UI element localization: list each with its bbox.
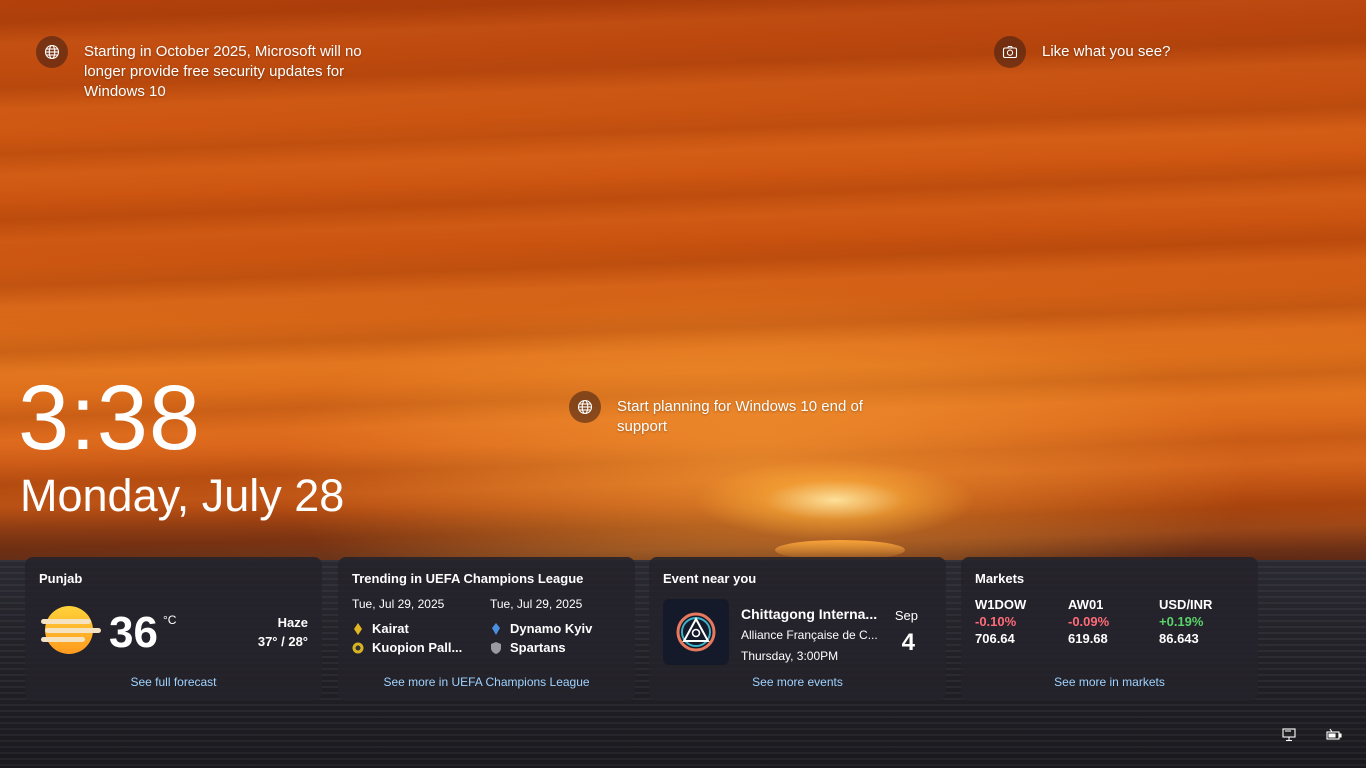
team-name: Dynamo Kyiv xyxy=(510,621,593,636)
weather-temperature: 36 xyxy=(109,608,158,657)
event-card[interactable]: Event near you Chittagong Interna... All… xyxy=(649,557,946,701)
team-row: Spartans xyxy=(490,638,625,657)
market-change: +0.19% xyxy=(1159,614,1204,629)
security-notice-text: Starting in October 2025, Microsoft will… xyxy=(84,43,362,100)
team-logo-icon xyxy=(352,642,364,653)
clock-date: Monday, July 28 xyxy=(20,470,345,521)
sports-title: Trending in UEFA Champions League xyxy=(352,571,584,586)
event-title: Event near you xyxy=(663,571,757,586)
sports-more-link[interactable]: See more in UEFA Champions League xyxy=(338,675,635,689)
weather-unit: °C xyxy=(163,613,177,627)
team-row: Kuopion Pall... xyxy=(352,638,487,657)
weather-location: Punjab xyxy=(39,571,83,586)
market-item[interactable]: AW01 -0.09% 619.68 xyxy=(1068,597,1158,646)
planning-notice-text: Start planning for Windows 10 end of sup… xyxy=(617,398,863,435)
globe-icon xyxy=(569,391,601,423)
camera-icon xyxy=(994,36,1026,68)
like-what-you-see[interactable]: Like what you see? xyxy=(994,36,1170,68)
network-icon[interactable] xyxy=(1282,728,1298,742)
market-item[interactable]: USD/INR +0.19% 86.643 xyxy=(1159,597,1249,646)
weather-card[interactable]: Punjab 36 °C Haze 37° / 28° See full for… xyxy=(25,557,322,701)
globe-icon xyxy=(36,36,68,68)
planning-notice[interactable]: Start planning for Windows 10 end of sup… xyxy=(569,391,879,437)
weather-forecast-link[interactable]: See full forecast xyxy=(25,675,322,689)
match-date: Tue, Jul 29, 2025 xyxy=(352,597,445,611)
team-row: Kairat xyxy=(352,619,487,638)
team-name: Spartans xyxy=(510,640,566,655)
market-symbol: W1DOW xyxy=(975,597,1027,612)
team-name: Kairat xyxy=(372,621,409,636)
market-value: 706.64 xyxy=(975,631,1015,646)
market-value: 619.68 xyxy=(1068,631,1108,646)
market-item[interactable]: W1DOW -0.10% 706.64 xyxy=(975,597,1065,646)
event-time: Thursday, 3:00PM xyxy=(741,649,839,663)
team-logo-icon xyxy=(492,622,500,635)
market-symbol: USD/INR xyxy=(1159,597,1213,612)
event-month: Sep xyxy=(894,608,918,623)
event-name: Chittagong Interna... xyxy=(741,606,878,622)
market-change: -0.09% xyxy=(1068,614,1110,629)
sports-card[interactable]: Trending in UEFA Champions League Tue, J… xyxy=(338,557,635,701)
match-2[interactable]: Tue, Jul 29, 2025 Dynamo Kyiv Spartans xyxy=(490,597,625,657)
match-date: Tue, Jul 29, 2025 xyxy=(490,597,583,611)
market-value: 86.643 xyxy=(1159,631,1199,646)
like-text: Like what you see? xyxy=(1042,43,1171,60)
event-logo xyxy=(663,599,729,665)
weather-condition: Haze xyxy=(277,615,308,630)
security-notice[interactable]: Starting in October 2025, Microsoft will… xyxy=(36,36,366,102)
match-1[interactable]: Tue, Jul 29, 2025 Kairat Kuopion Pall... xyxy=(352,597,487,657)
team-name: Kuopion Pall... xyxy=(372,640,463,655)
markets-more-link[interactable]: See more in markets xyxy=(961,675,1258,689)
battery-icon[interactable] xyxy=(1326,728,1342,742)
market-change: -0.10% xyxy=(975,614,1017,629)
team-logo-icon xyxy=(354,622,362,635)
clock-time: 3:38 xyxy=(18,367,202,469)
markets-card[interactable]: Markets W1DOW -0.10% 706.64 AW01 -0.09% … xyxy=(961,557,1258,701)
team-row: Dynamo Kyiv xyxy=(490,619,625,638)
weather-range: 37° / 28° xyxy=(257,634,308,649)
event-day: 4 xyxy=(901,629,915,656)
market-symbol: AW01 xyxy=(1068,597,1104,612)
sun-haze-icon xyxy=(39,605,101,659)
markets-title: Markets xyxy=(975,571,1025,586)
event-venue: Alliance Française de C... xyxy=(741,628,878,642)
events-more-link[interactable]: See more events xyxy=(649,675,946,689)
shield-icon xyxy=(491,641,501,654)
